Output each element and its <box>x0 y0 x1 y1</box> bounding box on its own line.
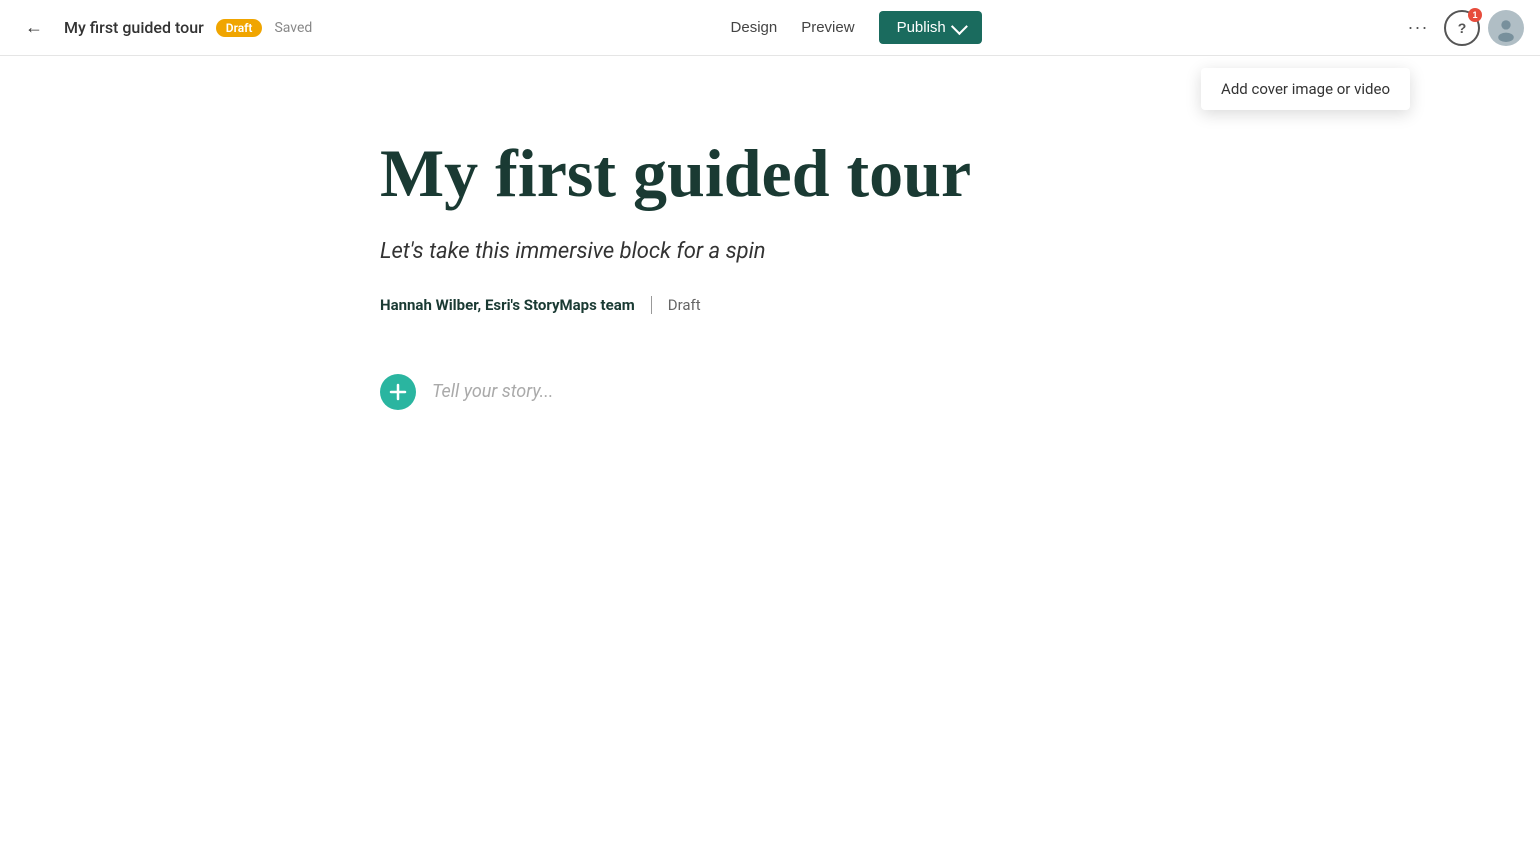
add-block-button[interactable] <box>380 374 416 410</box>
more-options-button[interactable]: ··· <box>1400 10 1436 46</box>
help-badge: 1 <box>1468 8 1482 22</box>
story-container: My first guided tour Let's take this imm… <box>380 136 1160 410</box>
plus-icon <box>389 383 407 401</box>
story-editor: Tell your story... <box>380 374 1160 410</box>
back-button[interactable]: ← <box>16 10 52 46</box>
story-title: My first guided tour <box>380 136 1160 211</box>
back-icon: ← <box>25 17 43 38</box>
help-button[interactable]: ? 1 <box>1444 10 1480 46</box>
top-navigation: ← My first guided tour Draft Saved Desig… <box>0 0 1540 56</box>
main-content: My first guided tour Let's take this imm… <box>0 56 1540 867</box>
draft-badge: Draft <box>216 19 263 37</box>
meta-divider <box>651 296 652 314</box>
nav-left: ← My first guided tour Draft Saved <box>16 10 312 46</box>
saved-label: Saved <box>274 20 312 36</box>
document-title: My first guided tour <box>64 18 204 37</box>
publish-label: Publish <box>897 19 946 36</box>
avatar[interactable] <box>1488 10 1524 46</box>
story-subtitle: Let's take this immersive block for a sp… <box>380 239 1160 264</box>
preview-button[interactable]: Preview <box>801 15 854 40</box>
nav-center: Design Preview Publish <box>731 11 982 44</box>
story-author: Hannah Wilber, Esri's StoryMaps team <box>380 296 635 314</box>
help-icon: ? <box>1458 20 1467 36</box>
cover-tooltip[interactable]: Add cover image or video <box>1201 68 1410 110</box>
story-meta: Hannah Wilber, Esri's StoryMaps team Dra… <box>380 296 1160 314</box>
nav-right: ··· ? 1 <box>1400 10 1524 46</box>
design-button[interactable]: Design <box>731 15 778 40</box>
chevron-down-icon <box>951 18 968 35</box>
avatar-icon <box>1492 14 1520 42</box>
publish-button[interactable]: Publish <box>879 11 982 44</box>
story-draft-status: Draft <box>668 296 701 314</box>
more-icon: ··· <box>1408 17 1429 38</box>
story-placeholder[interactable]: Tell your story... <box>432 381 553 402</box>
